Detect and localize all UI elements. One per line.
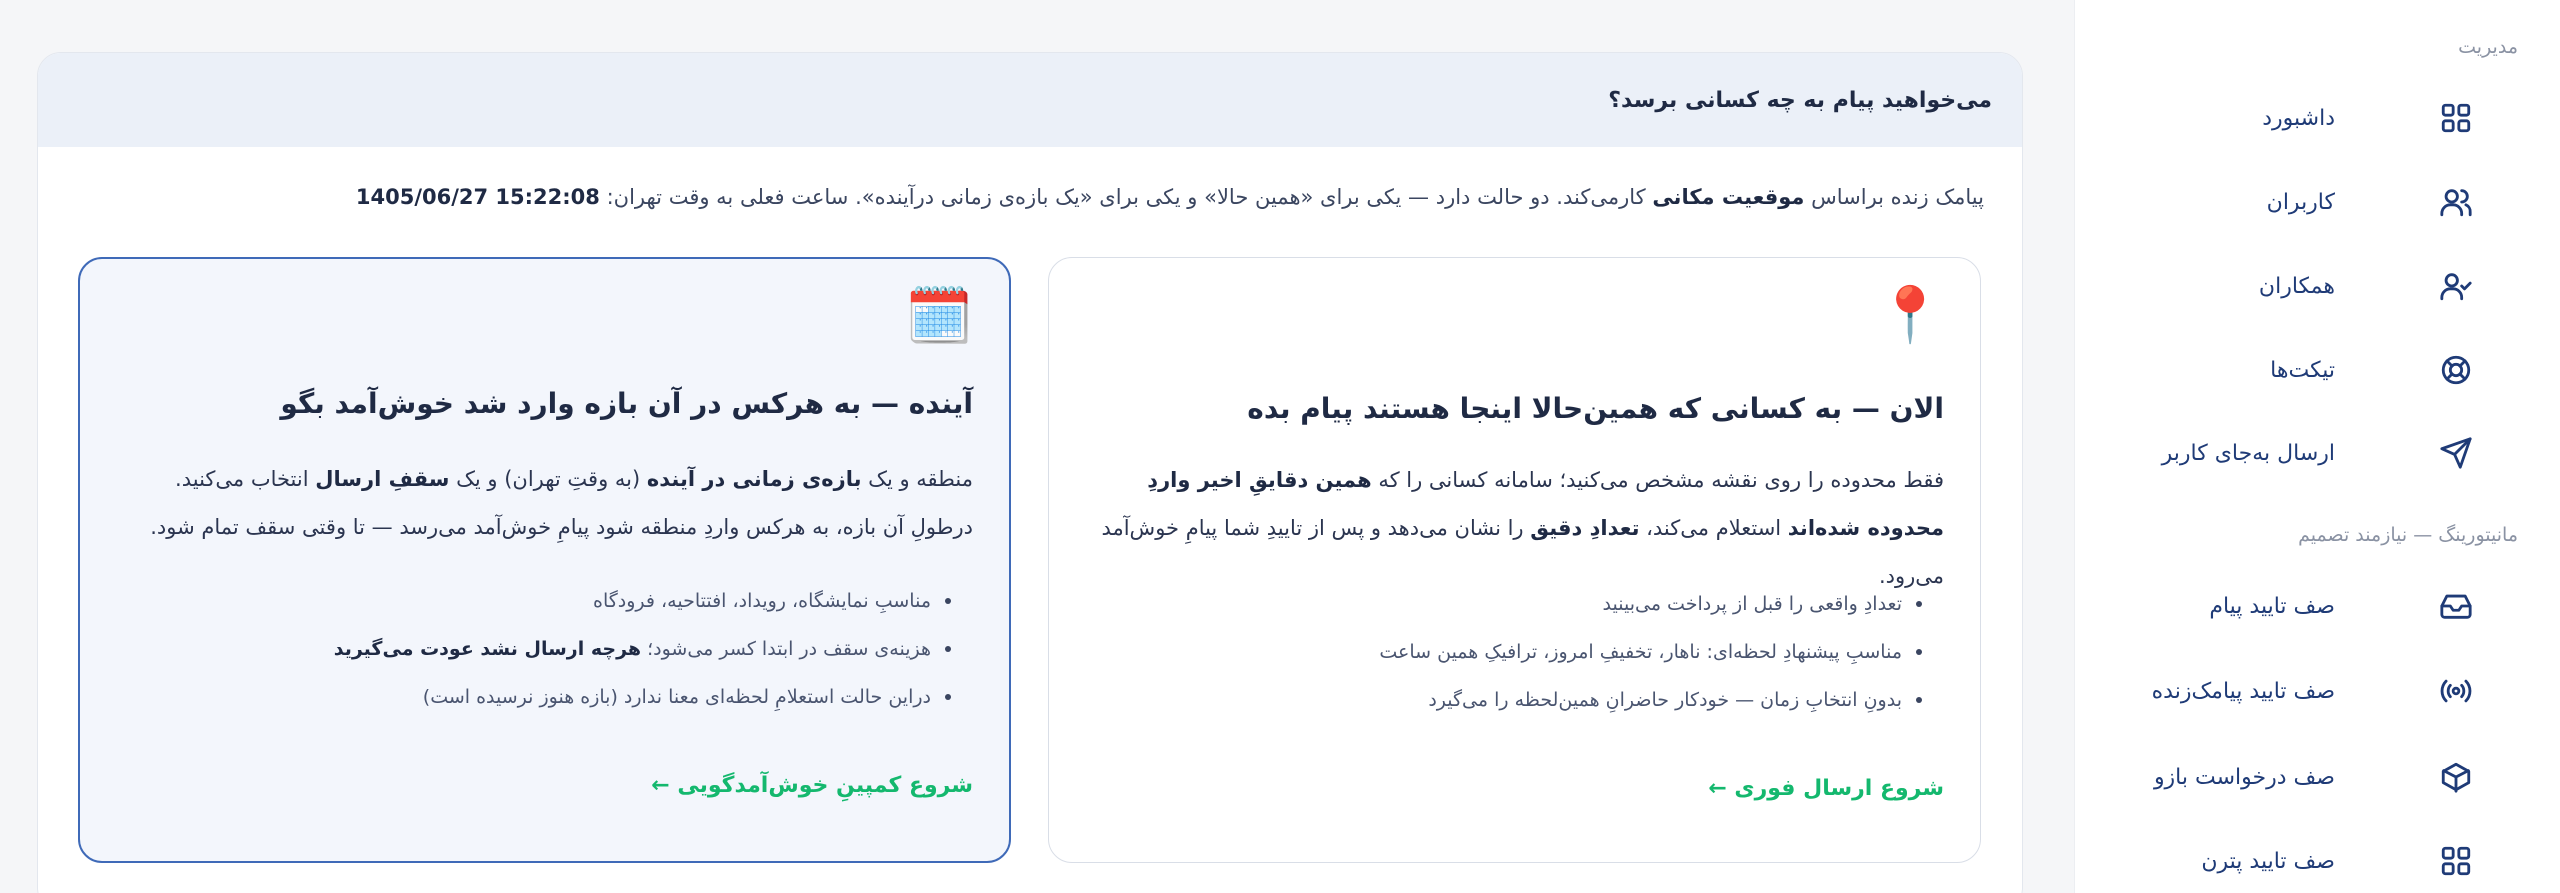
sidebar-item-live-sms-approval[interactable]: صف تایید پیامک‌زنده: [2074, 659, 2560, 723]
intro-part: کار‌می‌کند. دو حالت دارد — یکی برای «همی…: [599, 185, 1653, 209]
sidebar-item-pattern-approval[interactable]: صف تایید پترن: [2074, 829, 2560, 893]
sidebar-item-arm-request[interactable]: صف درخواست بازو: [2074, 745, 2560, 809]
current-datetime: 1405/06/27 15:22:08: [355, 185, 600, 209]
broadcast-icon: [2436, 671, 2476, 711]
sidebar-item-tickets[interactable]: تیکت‌ها: [2074, 338, 2560, 402]
list-item-text: مناسبِ نمایشگاه، رویداد، افتتاحیه، فرودگ…: [593, 590, 931, 612]
desc-bold: سقفِ ارسال: [315, 467, 450, 491]
inbox-icon: [2436, 586, 2476, 626]
option-title: آینده — به هرکس در آن بازه وارد شد خوش‌آ…: [280, 387, 973, 420]
list-item-text: هزینه‌ی سقف در ابتدا کسر می‌شود؛: [641, 638, 931, 660]
desc-part: استعلام می‌کند،: [1639, 516, 1788, 540]
list-item-text: دراین حالت استعلامِ لحظه‌ای معنا ندارد (…: [422, 686, 931, 708]
option-title: الان — به کسانی که همین‌حالا اینجا هستند…: [1247, 392, 1944, 425]
option-future[interactable]: 🗓️ آینده — به هرکس در آن بازه وارد شد خو…: [78, 257, 1011, 863]
pushpin-icon: 📍: [1876, 283, 1944, 346]
list-item: هزینه‌ی سقف در ابتدا کسر می‌شود؛ هرچه ار…: [120, 625, 951, 673]
sidebar-item-label: ارسال به‌جای کاربر: [2161, 440, 2335, 466]
option-now[interactable]: 📍 الان — به کسانی که همین‌حالا اینجا هست…: [1048, 257, 1981, 863]
desc-part: منطقه و یک: [861, 467, 973, 491]
send-icon: [2436, 433, 2476, 473]
page-title: می‌خواهید پیام به چه کسانی برسد؟: [1608, 87, 1992, 113]
list-item: مناسبِ نمایشگاه، رویداد، افتتاحیه، فرودگ…: [120, 577, 951, 625]
feature-list: مناسبِ نمایشگاه، رویداد، افتتاحیه، فرودگ…: [120, 577, 951, 721]
option-description: فقط محدوده را روی نقشه مشخص می‌کنید؛ سام…: [1089, 456, 1944, 600]
feature-list: تعدادِ واقعی را قبل از پرداخت می‌بینید م…: [1089, 580, 1922, 724]
desc-part: (به وقتِ تهران) و یک: [449, 467, 647, 491]
sidebar-item-label: همکاران: [2258, 273, 2335, 299]
sidebar-item-label: کاربران: [2266, 189, 2335, 215]
intro-text: پیامک زنده براساس موقعیت مکانی کار‌می‌کن…: [356, 185, 1984, 209]
desc-bold: تعدادِ دقیق: [1530, 516, 1640, 540]
audience-selection-card: می‌خواهید پیام به چه کسانی برسد؟ پیامک ز…: [37, 52, 2023, 893]
list-item: بدونِ انتخابِ زمان — خودکار حاضرانِ همین…: [1089, 676, 1922, 724]
sidebar-item-send-on-behalf[interactable]: ارسال به‌جای کاربر: [2074, 421, 2560, 485]
sidebar-item-label: داشبورد: [2262, 105, 2335, 131]
grid-icon: [2436, 841, 2476, 881]
list-item: دراین حالت استعلامِ لحظه‌ای معنا ندارد (…: [120, 673, 951, 721]
grid-icon: [2436, 98, 2476, 138]
sidebar-item-label: صف درخواست بازو: [2153, 764, 2335, 790]
start-welcome-campaign-link[interactable]: شروع کمپینِ خوش‌آمدگویی ←: [651, 773, 973, 798]
sidebar-item-label: تیکت‌ها: [2270, 357, 2335, 383]
section-label-monitoring: مانیتورینگ — نیازمند تصمیم: [2298, 524, 2518, 546]
sidebar-item-label: صف تایید پیامک‌زنده: [2151, 678, 2335, 704]
desc-bold: بازه‌ی زمانی در آینده: [646, 467, 862, 491]
card-header: می‌خواهید پیام به چه کسانی برسد؟: [38, 53, 2022, 147]
list-item: تعدادِ واقعی را قبل از پرداخت می‌بینید: [1089, 580, 1922, 628]
intro-bold: موقعیت مکانی: [1652, 185, 1805, 209]
sidebar-item-label: صف تایید پترن: [2201, 848, 2335, 874]
user-check-icon: [2436, 266, 2476, 306]
option-description: منطقه و یک بازه‌ی زمانی در آینده (به وقت…: [120, 455, 973, 551]
start-instant-send-link[interactable]: شروع ارسال فوری ←: [1708, 776, 1944, 801]
calendar-icon: 🗓️: [905, 284, 973, 347]
sidebar-item-colleagues[interactable]: همکاران: [2074, 254, 2560, 318]
desc-part: فقط محدوده را روی نقشه مشخص می‌کنید؛ سام…: [1371, 468, 1944, 492]
list-item: مناسبِ پیشنهادِ لحظه‌ای: ناهار، تخفیفِ ا…: [1089, 628, 1922, 676]
sidebar-item-label: صف تایید پیام: [2209, 593, 2335, 619]
intro-part: پیامک زنده براساس: [1804, 185, 1984, 209]
lifebuoy-icon: [2436, 350, 2476, 390]
sidebar: مدیریت داشبورد کاربران همکاران تیکت‌ها ا…: [2074, 0, 2560, 893]
package-icon: [2436, 757, 2476, 797]
users-icon: [2436, 182, 2476, 222]
list-item-bold: هرچه ارسال نشد عودت می‌گیرید: [333, 638, 642, 660]
sidebar-item-users[interactable]: کاربران: [2074, 170, 2560, 234]
section-label-management: مدیریت: [2458, 36, 2518, 58]
sidebar-item-dashboard[interactable]: داشبورد: [2074, 86, 2560, 150]
sidebar-item-message-approval[interactable]: صف تایید پیام: [2074, 574, 2560, 638]
